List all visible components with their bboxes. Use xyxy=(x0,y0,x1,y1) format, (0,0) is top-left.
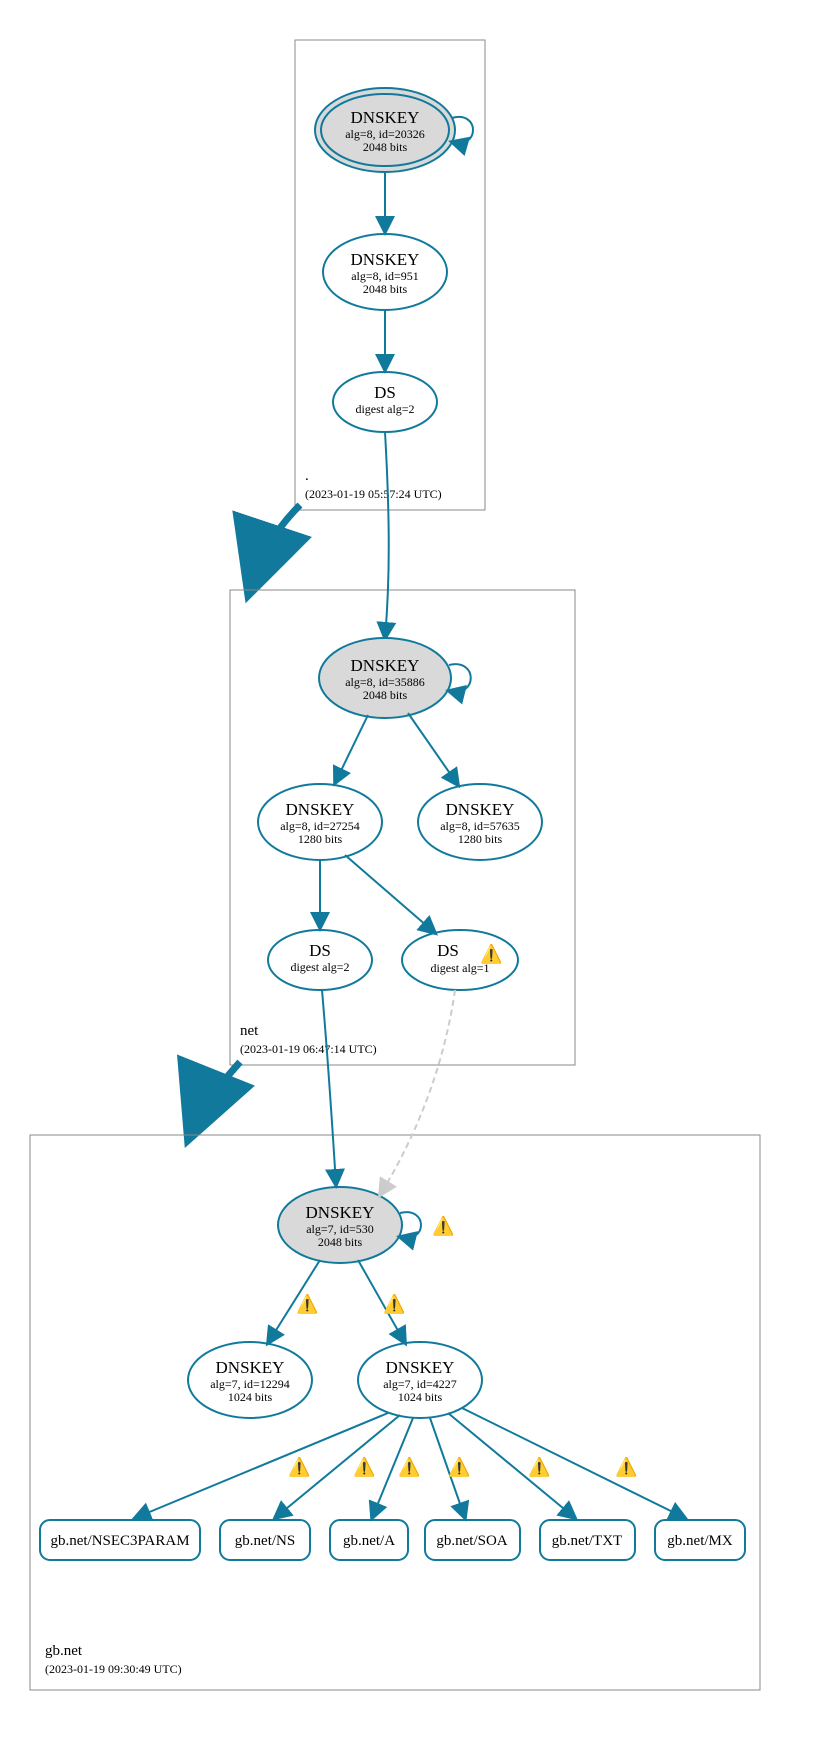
zone-root-label: . xyxy=(305,468,309,484)
svg-text:gb.net/NSEC3PARAM: gb.net/NSEC3PARAM xyxy=(50,1533,189,1549)
dnssec-diagram: . (2023-01-19 05:57:24 UTC) DNSKEY alg=8… xyxy=(0,0,835,1742)
zone-gbnet-timestamp: (2023-01-19 09:30:49 UTC) xyxy=(45,1662,182,1676)
svg-text:DNSKEY: DNSKEY xyxy=(351,250,420,269)
svg-text:1280 bits: 1280 bits xyxy=(458,832,503,846)
zone-gbnet-label: gb.net xyxy=(45,1643,83,1659)
svg-text:gb.net/SOA: gb.net/SOA xyxy=(436,1533,507,1549)
svg-text:2048 bits: 2048 bits xyxy=(363,688,408,702)
svg-text:DS: DS xyxy=(374,383,396,402)
zone-root-timestamp: (2023-01-19 05:57:24 UTC) xyxy=(305,487,442,501)
node-rr-a: gb.net/A xyxy=(330,1520,408,1560)
edge-net-ksk-zsk1 xyxy=(335,715,368,783)
node-root-zsk: DNSKEY alg=8, id=951 2048 bits xyxy=(323,234,447,310)
edge-net-zsk1-ds2 xyxy=(345,855,435,933)
svg-text:alg=8, id=20326: alg=8, id=20326 xyxy=(345,127,425,141)
warning-icon: ⚠️ xyxy=(383,1293,405,1314)
edge-net-ksk-self xyxy=(449,664,471,692)
edge-zsk2-nsec3 xyxy=(135,1413,388,1518)
svg-text:alg=7, id=12294: alg=7, id=12294 xyxy=(210,1377,290,1391)
warning-icon: ⚠️ xyxy=(615,1456,637,1477)
svg-text:digest alg=2: digest alg=2 xyxy=(355,402,414,416)
node-rr-mx: gb.net/MX xyxy=(655,1520,745,1560)
svg-text:alg=8, id=27254: alg=8, id=27254 xyxy=(280,819,360,833)
svg-text:DNSKEY: DNSKEY xyxy=(351,656,420,675)
svg-text:1024 bits: 1024 bits xyxy=(398,1390,443,1404)
node-net-ds1: DS digest alg=2 xyxy=(268,930,372,990)
node-gb-zsk2: DNSKEY alg=7, id=4227 1024 bits xyxy=(358,1342,482,1418)
svg-text:alg=7, id=530: alg=7, id=530 xyxy=(306,1222,374,1236)
svg-text:DNSKEY: DNSKEY xyxy=(351,108,420,127)
svg-text:gb.net/NS: gb.net/NS xyxy=(235,1533,295,1549)
zone-net-label: net xyxy=(240,1023,259,1039)
node-net-zsk1: DNSKEY alg=8, id=27254 1280 bits xyxy=(258,784,382,860)
edge-net-ds1-gb-ksk xyxy=(322,990,336,1185)
svg-text:gb.net/TXT: gb.net/TXT xyxy=(552,1533,622,1549)
svg-text:alg=8, id=35886: alg=8, id=35886 xyxy=(345,675,425,689)
node-gb-ksk: DNSKEY alg=7, id=530 2048 bits xyxy=(278,1187,402,1263)
warning-icon: ⚠️ xyxy=(288,1456,310,1477)
node-rr-nsec3param: gb.net/NSEC3PARAM xyxy=(40,1520,200,1560)
svg-text:alg=8, id=57635: alg=8, id=57635 xyxy=(440,819,520,833)
edge-gb-ksk-self xyxy=(400,1212,421,1238)
svg-text:2048 bits: 2048 bits xyxy=(318,1235,363,1249)
node-rr-soa: gb.net/SOA xyxy=(425,1520,520,1560)
svg-text:DS: DS xyxy=(437,941,459,960)
warning-icon: ⚠️ xyxy=(296,1293,318,1314)
warning-icon: ⚠️ xyxy=(448,1456,470,1477)
edge-net-ksk-zsk2 xyxy=(408,713,458,785)
svg-text:DNSKEY: DNSKEY xyxy=(386,1358,455,1377)
svg-text:DNSKEY: DNSKEY xyxy=(306,1203,375,1222)
zone-net-timestamp: (2023-01-19 06:47:14 UTC) xyxy=(240,1042,377,1056)
warning-icon: ⚠️ xyxy=(528,1456,550,1477)
node-net-ds2: DS ⚠️ digest alg=1 xyxy=(402,930,518,990)
node-root-ksk: DNSKEY alg=8, id=20326 2048 bits xyxy=(315,88,455,172)
svg-text:digest alg=2: digest alg=2 xyxy=(290,960,349,974)
svg-text:1280 bits: 1280 bits xyxy=(298,832,343,846)
node-root-ds: DS digest alg=2 xyxy=(333,372,437,432)
svg-text:DNSKEY: DNSKEY xyxy=(446,800,515,819)
node-rr-ns: gb.net/NS xyxy=(220,1520,310,1560)
edge-root-ds-net-ksk xyxy=(385,432,389,638)
svg-text:DNSKEY: DNSKEY xyxy=(216,1358,285,1377)
node-net-zsk2: DNSKEY alg=8, id=57635 1280 bits xyxy=(418,784,542,860)
svg-text:alg=7, id=4227: alg=7, id=4227 xyxy=(383,1377,457,1391)
node-rr-txt: gb.net/TXT xyxy=(540,1520,635,1560)
svg-text:digest alg=1: digest alg=1 xyxy=(430,961,489,975)
svg-text:2048 bits: 2048 bits xyxy=(363,282,408,296)
edge-zone-net-to-gbnet xyxy=(190,1062,240,1135)
warning-icon: ⚠️ xyxy=(398,1456,420,1477)
svg-text:2048 bits: 2048 bits xyxy=(363,140,408,154)
svg-text:1024 bits: 1024 bits xyxy=(228,1390,273,1404)
edge-zsk2-mx xyxy=(462,1408,685,1518)
warning-icon: ⚠️ xyxy=(432,1215,454,1236)
svg-text:alg=8, id=951: alg=8, id=951 xyxy=(351,269,419,283)
node-gb-zsk1: DNSKEY alg=7, id=12294 1024 bits xyxy=(188,1342,312,1418)
svg-text:gb.net/A: gb.net/A xyxy=(343,1533,395,1549)
svg-text:gb.net/MX: gb.net/MX xyxy=(667,1533,733,1549)
svg-text:DNSKEY: DNSKEY xyxy=(286,800,355,819)
edge-net-ds2-gb-ksk xyxy=(380,990,455,1195)
svg-text:DS: DS xyxy=(309,941,331,960)
warning-icon: ⚠️ xyxy=(353,1456,375,1477)
edge-zone-root-to-net xyxy=(250,505,300,590)
node-net-ksk: DNSKEY alg=8, id=35886 2048 bits xyxy=(319,638,451,718)
